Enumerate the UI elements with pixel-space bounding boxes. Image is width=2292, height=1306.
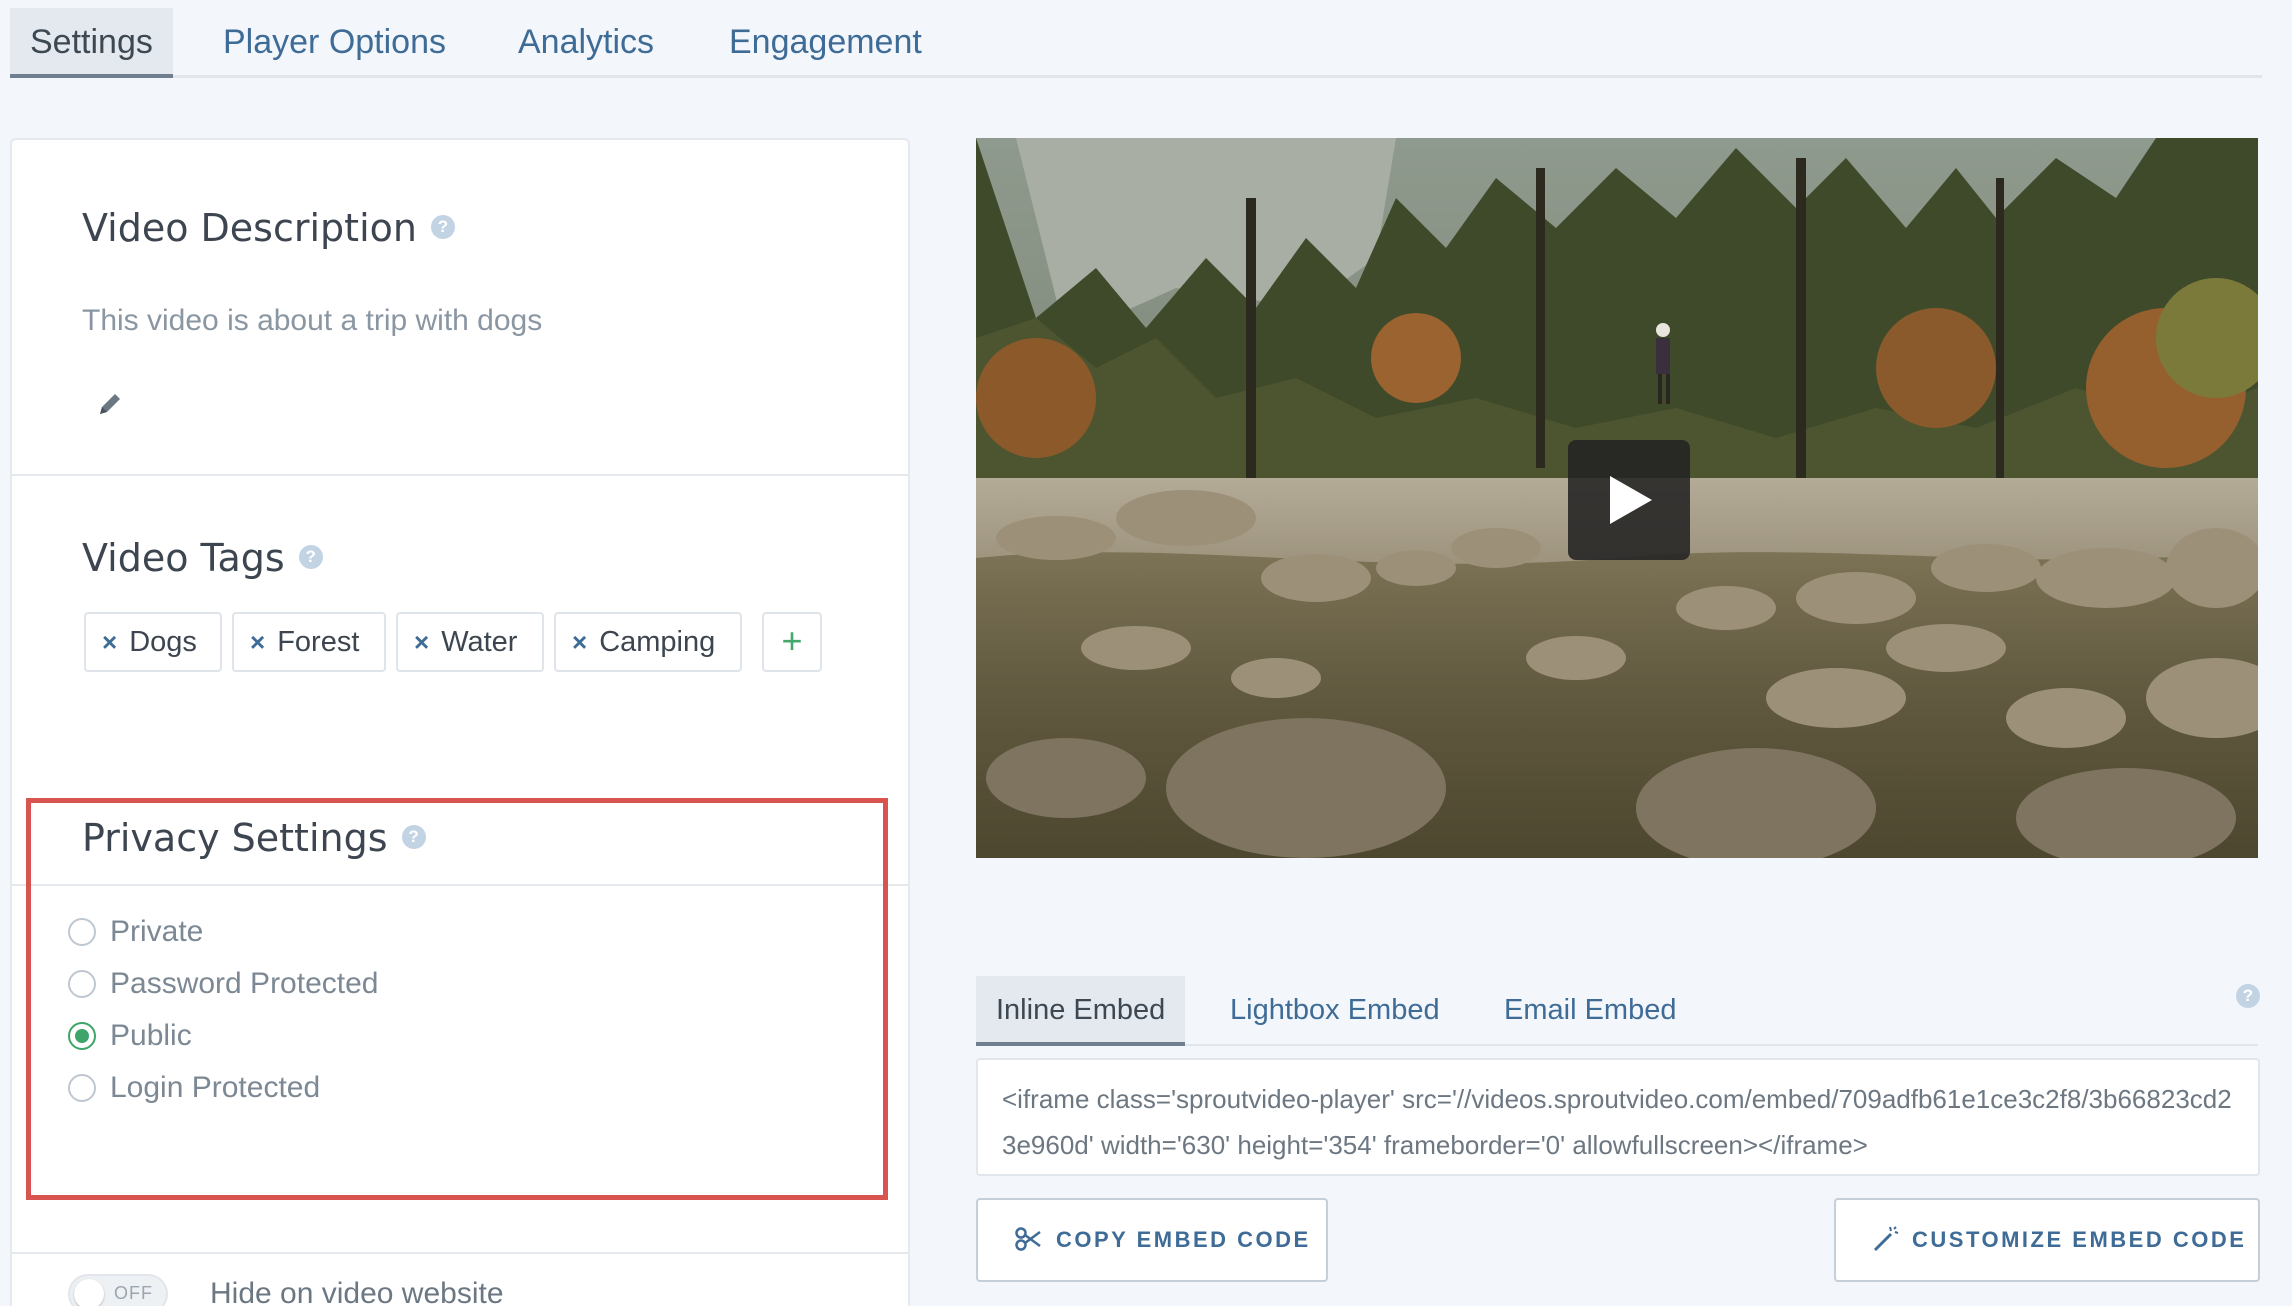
add-tag-button[interactable]: + [762, 612, 822, 672]
customize-embed-code-label: CUSTOMIZE EMBED CODE [1912, 1227, 2247, 1252]
radio-button[interactable] [68, 1074, 96, 1102]
radio-button-selected[interactable] [68, 1022, 96, 1050]
copy-embed-code-label: COPY EMBED CODE [1056, 1227, 1311, 1252]
section-title-privacy: Privacy Settings? [82, 816, 426, 860]
toggle-knob [74, 1279, 104, 1306]
tab-settings[interactable]: Settings [10, 8, 173, 78]
customize-embed-code-button[interactable]: CUSTOMIZE EMBED CODE [1834, 1198, 2260, 1282]
tab-lightbox-embed[interactable]: Lightbox Embed [1230, 976, 1440, 1046]
tags-title: Video Tags [82, 536, 285, 580]
pencil-icon[interactable] [96, 390, 124, 418]
tag-camping: × Camping [554, 612, 742, 672]
embed-tab-bar: Inline Embed Lightbox Embed Email Embed [976, 976, 2258, 1046]
video-player[interactable] [976, 138, 2258, 858]
settings-card: Video Description? This video is about a… [10, 138, 910, 1306]
radio-label: Login Protected [110, 1071, 321, 1104]
tag-forest: × Forest [232, 612, 386, 672]
toggle-state-label: OFF [114, 1283, 153, 1303]
help-icon[interactable]: ? [2236, 984, 2260, 1008]
help-icon[interactable]: ? [401, 824, 426, 849]
tab-analytics[interactable]: Analytics [518, 8, 654, 78]
embed-code-field[interactable]: <iframe class='sproutvideo-player' src='… [976, 1058, 2260, 1176]
video-description-section: Video Description? This video is about a… [12, 140, 908, 476]
privacy-title: Privacy Settings [82, 816, 388, 860]
remove-tag-icon[interactable]: × [572, 627, 587, 657]
tab-player-options[interactable]: Player Options [223, 8, 446, 78]
app-root: Settings Player Options Analytics Engage… [0, 0, 2292, 1306]
scissors-icon [1015, 1227, 1041, 1251]
toggle-label: Hide on video website [210, 1277, 504, 1306]
tag-water: × Water [396, 612, 544, 672]
tag-dogs: × Dogs [84, 612, 222, 672]
remove-tag-icon[interactable]: × [414, 627, 429, 657]
radio-label: Public [110, 1019, 192, 1052]
help-icon[interactable]: ? [298, 544, 323, 569]
radio-label: Private [110, 915, 204, 948]
tag-label: Camping [599, 626, 716, 658]
tag-label: Dogs [129, 626, 197, 658]
top-tab-bar: Settings Player Options Analytics Engage… [10, 0, 2262, 78]
divider [12, 1252, 908, 1254]
hide-on-website-toggle[interactable]: OFF [68, 1274, 168, 1306]
section-title-description: Video Description? [82, 206, 455, 250]
radio-button[interactable] [68, 918, 96, 946]
description-title: Video Description [82, 206, 417, 250]
help-icon[interactable]: ? [430, 214, 455, 239]
tag-label: Forest [277, 626, 360, 658]
tab-email-embed[interactable]: Email Embed [1504, 976, 1676, 1046]
tab-engagement[interactable]: Engagement [729, 8, 922, 78]
play-icon [1610, 476, 1652, 524]
description-text: This video is about a trip with dogs [82, 304, 543, 337]
tab-inline-embed[interactable]: Inline Embed [976, 976, 1186, 1046]
tag-label: Water [441, 626, 518, 658]
radio-label: Password Protected [110, 967, 379, 1000]
play-button[interactable] [1568, 440, 1690, 560]
magic-wand-icon [1873, 1226, 1899, 1252]
remove-tag-icon[interactable]: × [250, 627, 265, 657]
radio-button[interactable] [68, 970, 96, 998]
section-title-tags: Video Tags? [82, 536, 323, 580]
copy-embed-code-button[interactable]: COPY EMBED CODE [976, 1198, 1328, 1282]
remove-tag-icon[interactable]: × [102, 627, 117, 657]
